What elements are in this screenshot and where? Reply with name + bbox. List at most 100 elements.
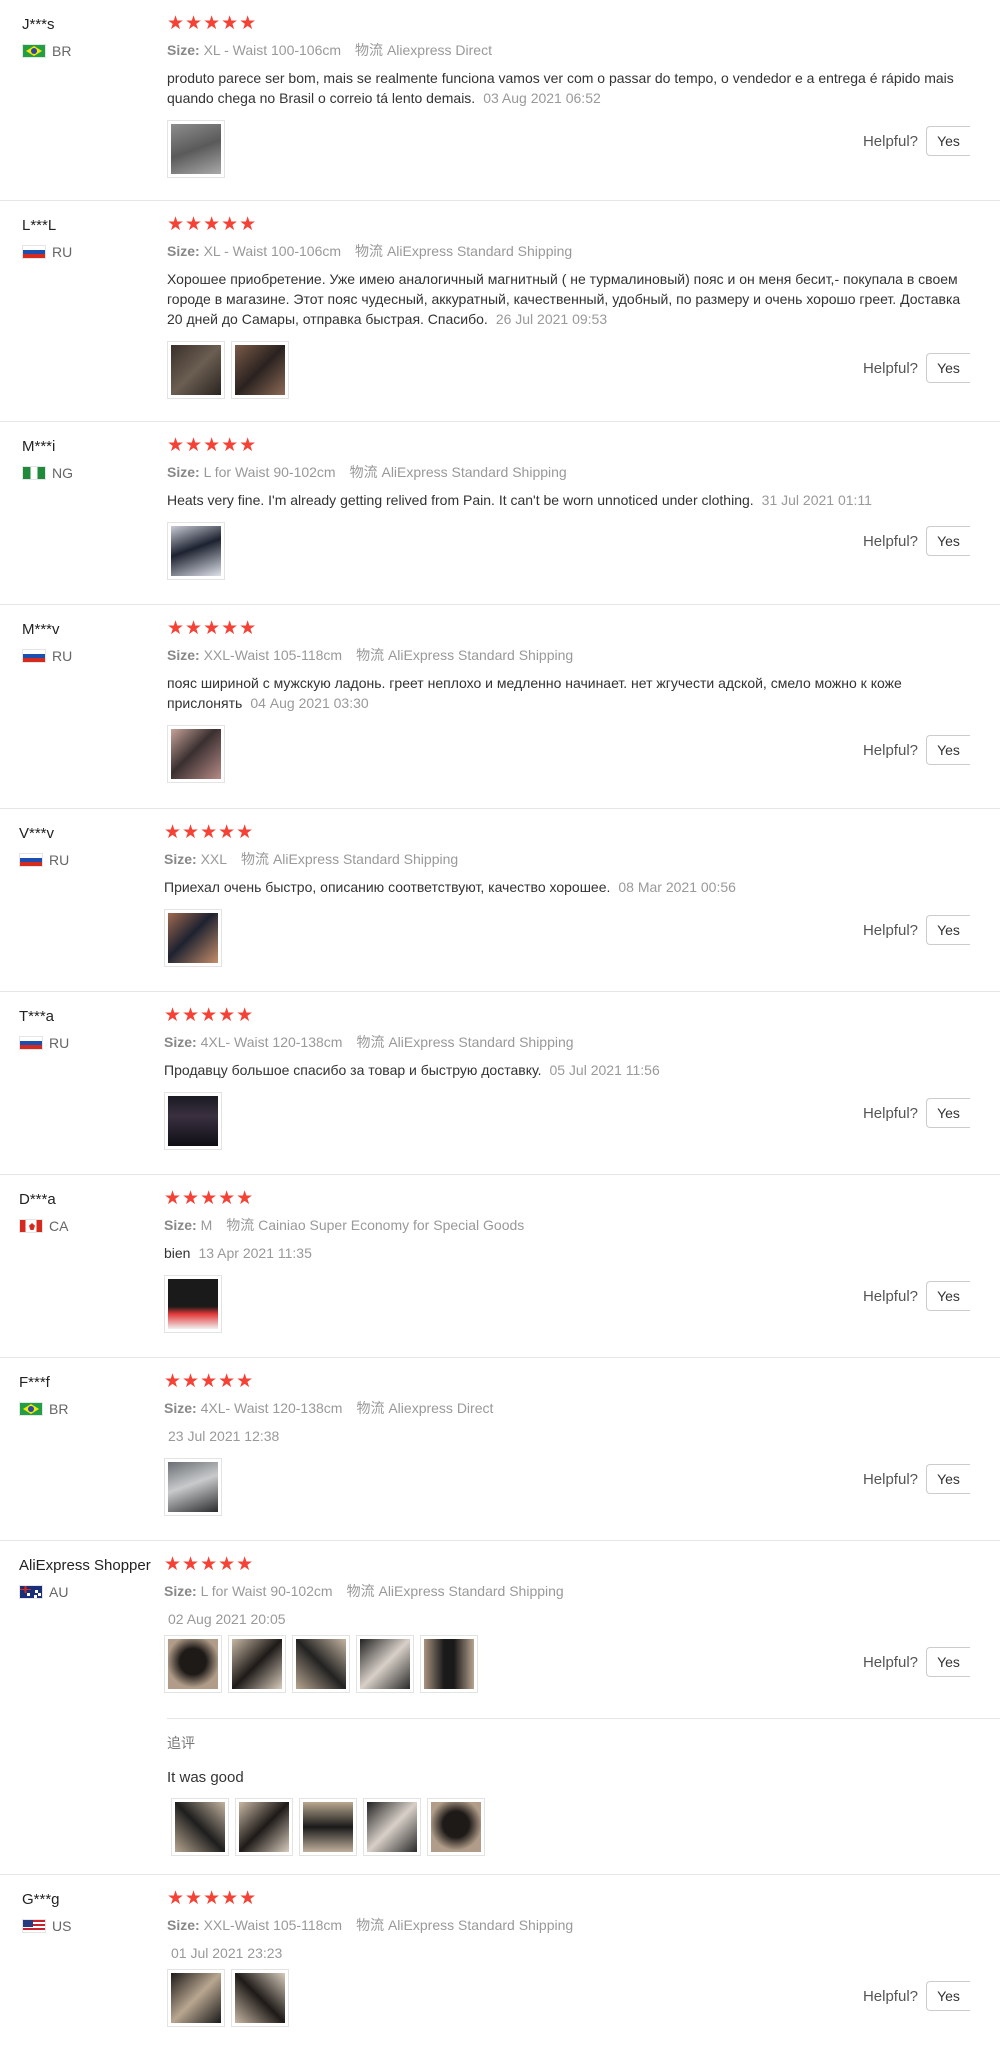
- size-value: XXL: [200, 851, 228, 867]
- review-item: T***a RU ★★★★★ Size: 4XL- Waist 120-138c…: [0, 992, 1000, 1175]
- review-photo[interactable]: [427, 1798, 485, 1856]
- reviewer-country: US: [52, 1918, 72, 1934]
- shipping-value: AliExpress Standard Shipping: [381, 464, 567, 480]
- review-photo[interactable]: [363, 1798, 421, 1856]
- order-attributes: Size: XXL-Waist 105-118cm 物流 AliExpress S…: [167, 647, 574, 663]
- size-value: 4XL- Waist 120-138cm: [200, 1034, 343, 1050]
- review-photo[interactable]: [167, 522, 225, 580]
- review-text: 02 Aug 2021 20:05: [164, 1609, 974, 1629]
- brazil-flag-icon: [22, 44, 46, 58]
- size-value: XXL-Waist 105-118cm: [203, 1917, 343, 1933]
- review-photo[interactable]: [164, 1092, 222, 1150]
- shipping-value: Cainiao Super Economy for Special Goods: [258, 1217, 525, 1233]
- review-item: AliExpress Shopper AU ★★★★★ Size: L for …: [0, 1541, 1000, 1875]
- review-photo[interactable]: [231, 1969, 289, 2027]
- order-attributes: Size: XL - Waist 100-106cm 物流 Aliexpress …: [167, 42, 492, 58]
- helpful-yes-button[interactable]: Yes: [926, 1647, 970, 1677]
- review-photo[interactable]: [167, 1969, 225, 2027]
- helpful-yes-button[interactable]: Yes: [926, 126, 970, 156]
- review-text: 23 Jul 2021 12:38: [164, 1426, 974, 1446]
- review-photo[interactable]: [167, 725, 225, 783]
- helpful-label: Helpful?: [862, 1470, 918, 1488]
- helpful-yes-button[interactable]: Yes: [926, 1981, 970, 2011]
- shipping-value: AliExpress Standard Shipping: [386, 243, 573, 259]
- shipping-value: Aliexpress Direct: [386, 42, 492, 58]
- review-item: V***v RU ★★★★★ Size: XXL 物流 AliExpress St…: [0, 809, 1000, 992]
- reviewer-country: BR: [52, 43, 72, 59]
- star-rating: ★★★★★: [164, 1554, 255, 1575]
- review-photo[interactable]: [164, 1635, 222, 1693]
- reviewer-name: AliExpress Shopper: [19, 1557, 151, 1574]
- review-photo[interactable]: [356, 1635, 414, 1693]
- review-photo[interactable]: [299, 1798, 357, 1856]
- helpful-yes-button[interactable]: Yes: [926, 1281, 970, 1311]
- helpful-yes-button[interactable]: Yes: [926, 353, 970, 383]
- reviewer-country: BR: [49, 1401, 69, 1417]
- review-photo[interactable]: [164, 1458, 222, 1516]
- order-attributes: Size: M 物流 Cainiao Super Economy for Spec…: [164, 1217, 525, 1233]
- review-date: 26 Jul 2021 09:53: [495, 311, 608, 327]
- review-photo[interactable]: [228, 1635, 286, 1693]
- star-rating: ★★★★★: [167, 618, 258, 639]
- helpful-label: Helpful?: [862, 359, 918, 377]
- helpful-yes-button[interactable]: Yes: [926, 915, 970, 945]
- helpful-label: Helpful?: [862, 1653, 918, 1671]
- additional-review-label: 追评: [167, 1735, 195, 1751]
- reviewer-country: RU: [49, 1035, 70, 1051]
- reviewer-name: J***s: [22, 16, 55, 33]
- reviewer-country: CA: [49, 1218, 69, 1234]
- helpful-yes-button[interactable]: Yes: [926, 1464, 970, 1494]
- review-date: 08 Mar 2021 00:56: [618, 879, 736, 895]
- review-photo[interactable]: [167, 120, 225, 178]
- russia-flag-icon: [22, 245, 46, 259]
- helpful-label: Helpful?: [862, 741, 918, 759]
- reviewer-name: G***g: [22, 1891, 60, 1908]
- helpful-label: Helpful?: [862, 1987, 918, 2005]
- review-item: J***s BR ★★★★★ Size: XL - Waist 100-106c…: [0, 0, 1000, 201]
- size-value: L for Waist 90-102cm: [200, 1583, 333, 1599]
- review-text: Продавцу большое спасибо за товар и быст…: [164, 1062, 660, 1078]
- review-photo[interactable]: [167, 341, 225, 399]
- helpful-yes-button[interactable]: Yes: [926, 526, 970, 556]
- australia-flag-icon: [19, 1585, 43, 1599]
- usa-flag-icon: [22, 1919, 46, 1933]
- reviewer-country: NG: [52, 465, 73, 481]
- brazil-flag-icon: [19, 1402, 43, 1416]
- order-attributes: Size: L for Waist 90-102cm 物流 AliExpress …: [167, 464, 567, 480]
- review-text: bien 13 Apr 2021 11:35: [164, 1245, 312, 1261]
- helpful-label: Helpful?: [862, 132, 918, 150]
- review-photo[interactable]: [164, 909, 222, 967]
- nigeria-flag-icon: [22, 466, 46, 480]
- review-date: 01 Jul 2021 23:23: [171, 1945, 283, 1961]
- review-item: M***i NG ★★★★★ Size: L for Waist 90-102c…: [0, 422, 1000, 605]
- review-date: 05 Jul 2021 11:56: [549, 1062, 660, 1078]
- reviewer-name: L***L: [22, 217, 57, 234]
- canada-flag-icon: [19, 1219, 43, 1233]
- helpful-yes-button[interactable]: Yes: [926, 1098, 970, 1128]
- feedback-list: J***s BR ★★★★★ Size: XL - Waist 100-106c…: [0, 0, 1000, 2035]
- review-item: D***a CA ★★★★★ Size: M 物流 Cainiao Super E…: [0, 1175, 1000, 1358]
- reviewer-name: T***a: [19, 1008, 55, 1025]
- review-photo[interactable]: [231, 341, 289, 399]
- order-attributes: Size: 4XL- Waist 120-138cm 物流 Aliexpress …: [164, 1400, 494, 1416]
- review-item: M***v RU ★★★★★ Size: XXL-Waist 105-118cm…: [0, 605, 1000, 809]
- shipping-value: AliExpress Standard Shipping: [378, 1583, 564, 1599]
- review-date: 04 Aug 2021 03:30: [250, 695, 369, 711]
- star-rating: ★★★★★: [164, 1188, 255, 1209]
- review-photo[interactable]: [164, 1275, 222, 1333]
- russia-flag-icon: [22, 649, 46, 663]
- reviewer-country: RU: [52, 244, 73, 260]
- review-photo[interactable]: [420, 1635, 478, 1693]
- order-attributes: Size: L for Waist 90-102cm 物流 AliExpress …: [164, 1583, 564, 1599]
- star-rating: ★★★★★: [167, 214, 258, 235]
- review-photo[interactable]: [292, 1635, 350, 1693]
- additional-review-text: It was good: [167, 1769, 244, 1786]
- helpful-label: Helpful?: [862, 532, 918, 550]
- reviewer-name: M***v: [22, 621, 60, 638]
- review-photo[interactable]: [171, 1798, 229, 1856]
- review-text: produto parece ser bom, mais se realment…: [167, 70, 954, 106]
- review-item: L***L RU ★★★★★ Size: XL - Waist 100-106c…: [0, 201, 1000, 422]
- reviewer-country: RU: [52, 648, 73, 664]
- review-photo[interactable]: [235, 1798, 293, 1856]
- helpful-yes-button[interactable]: Yes: [926, 735, 970, 765]
